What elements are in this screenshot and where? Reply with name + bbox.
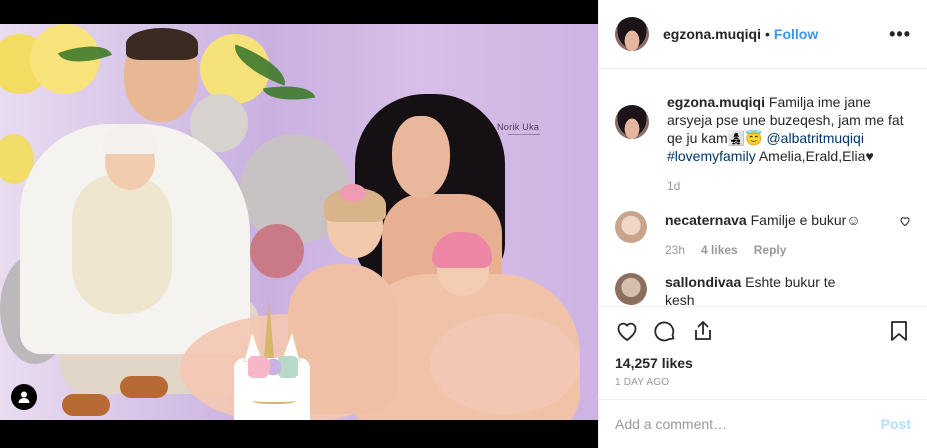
post-button[interactable]: Post (881, 416, 911, 432)
comment-item: necaternava Familje e bukur☺ 23h 4 likes… (615, 211, 911, 259)
comment-body: necaternava Familje e bukur☺ 23h 4 likes… (665, 211, 865, 259)
comment-item: sallondivaa Eshte bukur te kesh (615, 273, 911, 306)
heart-icon[interactable] (615, 319, 639, 343)
more-horizontal-icon[interactable]: ••• (889, 25, 911, 43)
comment-username[interactable]: necaternava (665, 212, 747, 228)
avatar[interactable] (615, 105, 649, 140)
comment-body: sallondivaa Eshte bukur te kesh (665, 273, 865, 306)
person-icon (18, 391, 30, 403)
post-media: Norik Uka (0, 0, 598, 448)
follow-button[interactable]: Follow (774, 26, 818, 42)
caption-username[interactable]: egzona.muqiqi (667, 94, 765, 110)
bookmark-icon[interactable] (887, 319, 911, 343)
comment-username[interactable]: sallondivaa (665, 274, 741, 290)
comment-time[interactable]: 23h (665, 241, 685, 259)
user-tag-icon[interactable] (11, 384, 37, 410)
add-comment-bar: Post (599, 398, 927, 448)
shoe (120, 376, 168, 398)
comments-list[interactable]: egzona.muqiqi Familja ime jane arsyeja p… (599, 69, 927, 306)
post-header: egzona.muqiqi • Follow ••• (599, 0, 927, 70)
comment-text: Familje e bukur (750, 212, 847, 229)
photo-watermark-underline (508, 134, 540, 135)
header-username[interactable]: egzona.muqiqi (663, 26, 761, 42)
caption-body: egzona.muqiqi Familja ime jane arsyeja p… (667, 93, 911, 195)
balloon-decoration (250, 224, 304, 278)
man-hair (126, 28, 198, 60)
shoe (62, 394, 110, 416)
comment-meta: 23h 4 likes Reply (665, 241, 865, 259)
caption: egzona.muqiqi Familja ime jane arsyeja p… (615, 83, 911, 195)
avatar[interactable] (615, 273, 647, 306)
post-date[interactable]: 1 DAY AGO (599, 373, 927, 399)
post-photo[interactable]: Norik Uka (0, 24, 598, 420)
avatar[interactable] (615, 211, 647, 244)
comment-likes[interactable]: 4 likes (701, 241, 738, 259)
leaf-decoration (262, 79, 316, 107)
heart-emoji: ♥ (865, 148, 874, 165)
caption-emoji: 👩‍👧‍👦😇 (727, 130, 763, 147)
comment-emoji: ☺ (846, 212, 861, 229)
header-separator: • (765, 26, 770, 43)
reply-button[interactable]: Reply (754, 241, 787, 259)
post-side-panel: egzona.muqiqi • Follow ••• egzona.muqiqi… (598, 0, 927, 448)
cake-eyes (252, 396, 296, 404)
likes-count[interactable]: 14,257 likes (599, 355, 927, 373)
baby-boy-figure (72, 174, 172, 314)
tutu-dress (430, 314, 580, 414)
comment-input[interactable] (615, 415, 881, 432)
avatar[interactable] (615, 17, 649, 52)
instagram-post: Norik Uka egzona.muqiqi • Follow ••• egz (0, 0, 927, 448)
photo-watermark: Norik Uka (497, 122, 540, 132)
cake-flowers (248, 356, 298, 378)
caption-hashtag[interactable]: #lovemyfamily (667, 148, 756, 164)
girl-hair-bow (340, 184, 366, 202)
comment-icon[interactable] (653, 319, 677, 343)
comment-heart-icon[interactable] (899, 215, 911, 227)
caption-names: Amelia,Erald,Elia (758, 148, 866, 165)
woman-face (392, 116, 450, 198)
caption-mention[interactable]: @albatritmuqiqi (766, 130, 863, 146)
caption-time[interactable]: 1d (667, 177, 911, 195)
share-icon[interactable] (691, 319, 715, 343)
action-bar (599, 305, 927, 355)
